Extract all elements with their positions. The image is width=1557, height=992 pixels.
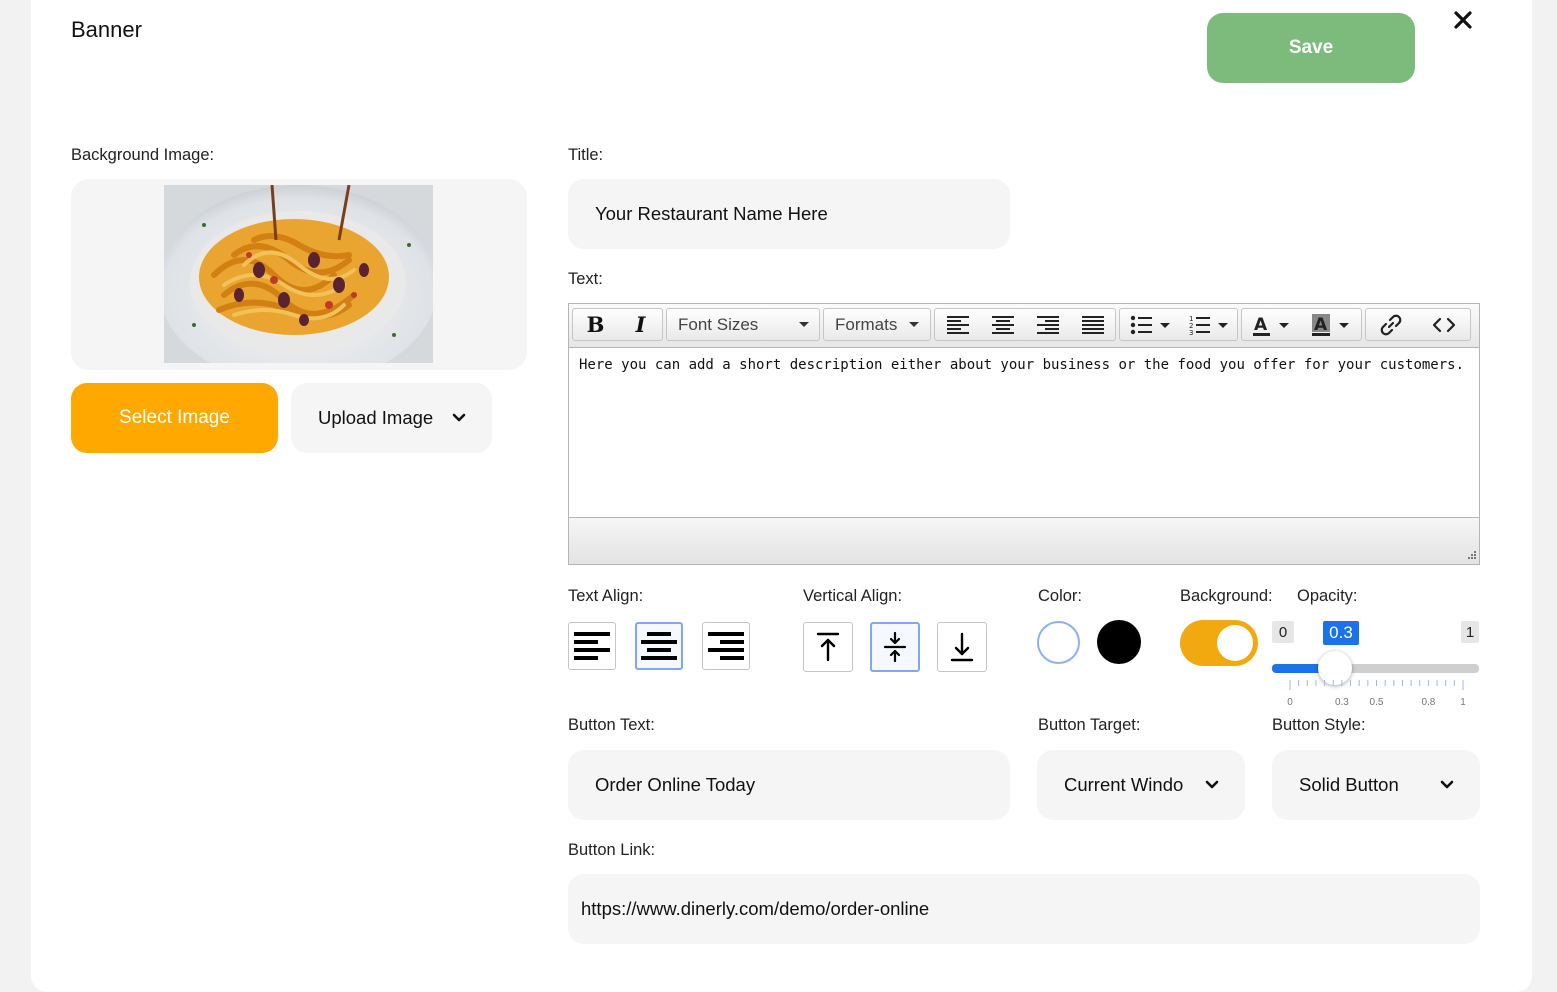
- editor-statusbar: [569, 517, 1479, 564]
- text-align-center-icon: [641, 632, 677, 660]
- opacity-slider-scale: 0 0.3 0.5 0.8 1: [1287, 680, 1466, 708]
- align-justify-icon[interactable]: [1070, 309, 1115, 340]
- align-top-icon: [816, 632, 840, 662]
- slider-tick-label: 0.3: [1335, 697, 1349, 708]
- opacity-value-badge: 0.3: [1323, 621, 1359, 645]
- caret-down-icon: [909, 322, 919, 327]
- text-align-center-button[interactable]: [635, 622, 683, 670]
- font-sizes-label: Font Sizes: [678, 314, 759, 334]
- vertical-align-middle-button[interactable]: [870, 622, 920, 672]
- svg-text:A: A: [1254, 315, 1268, 335]
- close-icon[interactable]: [1451, 8, 1475, 32]
- slider-tick-label: 0.5: [1370, 697, 1384, 708]
- background-image-preview: [158, 184, 438, 385]
- vertical-align-label: Vertical Align:: [803, 587, 903, 605]
- title-input[interactable]: Your Restaurant Name Here: [568, 179, 1010, 249]
- align-bottom-icon: [950, 632, 974, 662]
- opacity-label: Opacity:: [1297, 587, 1358, 605]
- numbered-list-icon[interactable]: 123: [1180, 309, 1238, 340]
- align-left-icon[interactable]: [935, 309, 980, 340]
- text-color-icon[interactable]: A: [1242, 309, 1302, 340]
- vertical-align-top-button[interactable]: [803, 622, 853, 672]
- title-label: Title:: [568, 146, 604, 164]
- opacity-max-label: 1: [1461, 621, 1479, 643]
- select-image-button[interactable]: Select Image: [71, 383, 278, 453]
- align-right-icon[interactable]: [1025, 309, 1070, 340]
- button-style-label: Button Style:: [1272, 716, 1366, 734]
- formats-label: Formats: [835, 314, 898, 334]
- save-button[interactable]: Save: [1207, 13, 1415, 83]
- resize-handle-icon[interactable]: [1466, 551, 1476, 561]
- svg-text:A: A: [1314, 315, 1328, 335]
- chevron-down-icon: [1440, 780, 1454, 789]
- svg-text:3: 3: [1189, 329, 1193, 336]
- text-align-label: Text Align:: [568, 587, 644, 605]
- background-color-icon[interactable]: A: [1302, 309, 1362, 340]
- background-image-label: Background Image:: [71, 146, 215, 164]
- source-code-icon[interactable]: [1416, 309, 1471, 340]
- rich-text-editor[interactable]: B I Font Sizes Formats 1 2 3 A A Here yo…: [568, 303, 1480, 565]
- chevron-down-icon: [1205, 780, 1219, 789]
- text-align-right-icon: [708, 632, 744, 660]
- button-target-dropdown[interactable]: Current Windo: [1037, 750, 1245, 820]
- slider-tick-label: 0.8: [1421, 697, 1435, 708]
- italic-button[interactable]: I: [618, 309, 663, 340]
- bullet-list-icon[interactable]: [1120, 309, 1180, 340]
- button-target-value: Current Windo: [1064, 774, 1184, 795]
- formats-select[interactable]: Formats: [824, 309, 930, 340]
- link-icon[interactable]: [1366, 309, 1416, 340]
- button-link-input[interactable]: https://www.dinerly.com/demo/order-onlin…: [568, 874, 1480, 944]
- text-label: Text:: [568, 270, 603, 288]
- color-white-swatch[interactable]: [1037, 621, 1080, 664]
- button-text-input[interactable]: Order Online Today: [568, 750, 1010, 820]
- editor-toolbar: B I Font Sizes Formats 1 2 3 A A: [569, 304, 1479, 348]
- vertical-align-bottom-button[interactable]: [937, 622, 987, 672]
- background-toggle[interactable]: [1180, 620, 1258, 666]
- color-black-swatch[interactable]: [1097, 620, 1141, 664]
- button-style-dropdown[interactable]: Solid Button: [1272, 750, 1480, 820]
- background-label: Background:: [1180, 587, 1273, 605]
- button-style-value: Solid Button: [1299, 774, 1399, 795]
- slider-tick-label: 1: [1460, 697, 1466, 708]
- text-align-left-button[interactable]: [568, 622, 616, 670]
- panel-title: Banner: [71, 17, 142, 42]
- chevron-down-icon: [452, 413, 466, 422]
- text-align-left-icon: [574, 632, 610, 660]
- bold-button[interactable]: B: [573, 309, 618, 340]
- slider-tick-label: 0: [1287, 697, 1293, 708]
- align-middle-icon: [883, 631, 907, 663]
- button-link-label: Button Link:: [568, 841, 656, 859]
- editor-content[interactable]: Here you can add a short description eit…: [579, 357, 1464, 373]
- toggle-knob: [1217, 625, 1253, 661]
- button-target-label: Button Target:: [1038, 716, 1141, 734]
- caret-down-icon: [799, 322, 809, 327]
- align-center-icon[interactable]: [980, 309, 1025, 340]
- font-sizes-select[interactable]: Font Sizes: [667, 309, 819, 340]
- opacity-min-label: 0: [1272, 621, 1294, 643]
- upload-image-label: Upload Image: [318, 407, 434, 428]
- upload-image-dropdown[interactable]: Upload Image: [291, 383, 492, 453]
- button-text-label: Button Text:: [568, 716, 655, 734]
- color-label: Color:: [1038, 587, 1083, 605]
- text-align-right-button[interactable]: [702, 622, 750, 670]
